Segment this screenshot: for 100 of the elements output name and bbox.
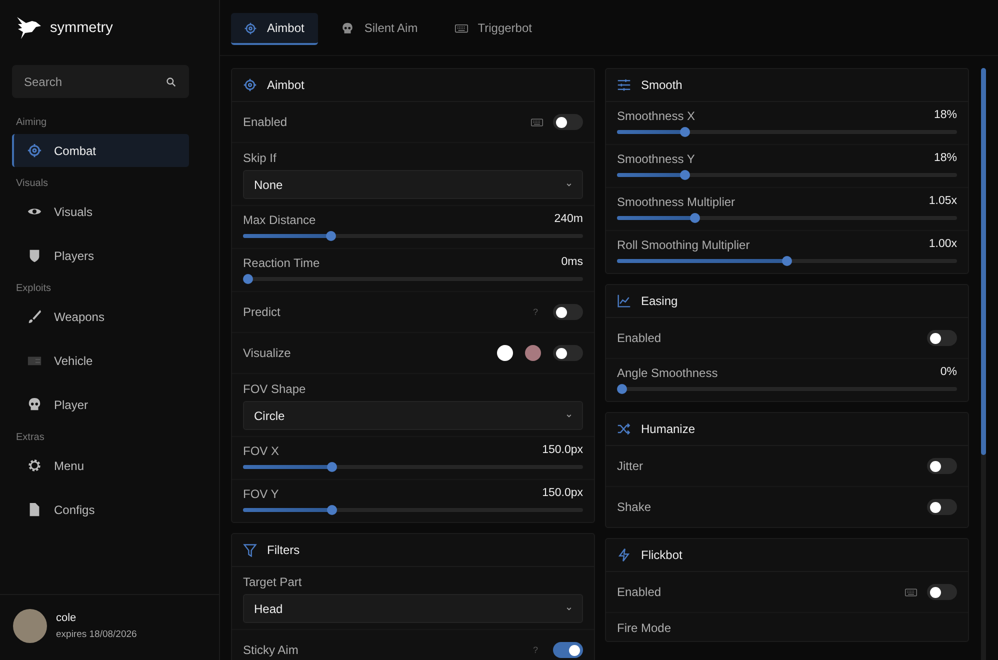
slider-thumb[interactable]	[680, 170, 690, 180]
sidebar-item[interactable]: Weapons	[12, 300, 189, 333]
sidebar-item[interactable]: Combat	[12, 134, 189, 167]
slider[interactable]	[243, 274, 583, 284]
crosshair-icon	[27, 143, 42, 158]
bird-logo-icon	[16, 15, 42, 41]
toggle-switch[interactable]	[553, 114, 583, 130]
shuffle-icon	[617, 422, 631, 436]
setting-label: Smoothness Multiplier	[617, 195, 736, 209]
setting-label: Skip If	[243, 151, 278, 165]
lightning-icon	[617, 548, 631, 562]
setting-label: Angle Smoothness	[617, 366, 718, 380]
toggle-switch[interactable]	[553, 642, 583, 658]
toggle-switch[interactable]	[927, 330, 957, 346]
slider[interactable]	[243, 505, 583, 515]
dropdown[interactable]: Circle	[243, 401, 583, 430]
tab[interactable]: Silent Aim	[328, 13, 432, 45]
expiry-text: expires 18/08/2026	[56, 629, 137, 640]
card-title: Easing	[641, 294, 678, 308]
user-name: cole	[56, 612, 78, 624]
toggle-switch[interactable]	[553, 345, 583, 361]
card-title: Smooth	[641, 78, 682, 92]
slider-thumb[interactable]	[243, 274, 253, 284]
setting-label: Target Part	[243, 575, 303, 589]
avatar-placeholder	[13, 609, 47, 643]
crosshair-icon	[243, 78, 257, 92]
brush-icon	[27, 309, 42, 324]
slider-thumb[interactable]	[326, 231, 336, 241]
card-title: Humanize	[641, 422, 696, 436]
chevron-down-icon	[566, 606, 572, 610]
toggle-switch[interactable]	[927, 584, 957, 600]
sidebar-item[interactable]: Vehicle	[12, 344, 189, 377]
chevron-down-icon	[566, 414, 572, 418]
setting-label: Shake	[617, 500, 652, 514]
setting-label: Jitter	[617, 459, 644, 473]
slider-thumb[interactable]	[327, 505, 338, 515]
sidebar-item[interactable]: Menu	[12, 449, 189, 482]
toggle-switch[interactable]	[927, 458, 957, 474]
tab[interactable]: Aimbot	[231, 13, 318, 45]
toggle-switch[interactable]	[927, 499, 957, 515]
section-label: Visuals	[15, 178, 50, 189]
value-reading: 240m	[554, 213, 583, 227]
skull-icon	[341, 22, 354, 34]
sidebar-item[interactable]: Player	[12, 388, 189, 421]
setting-label: FOV Y	[243, 487, 279, 501]
sidebar-item[interactable]: Configs	[12, 493, 189, 526]
filter-icon	[243, 543, 257, 557]
dropdown[interactable]: None	[243, 170, 583, 199]
slider[interactable]	[617, 170, 957, 180]
slider[interactable]	[617, 213, 957, 223]
slider[interactable]	[617, 127, 957, 137]
slider[interactable]	[617, 256, 957, 266]
setting-label: Reaction Time	[243, 256, 320, 270]
section-label: Aiming	[15, 117, 48, 128]
keyboard-icon	[454, 22, 468, 34]
slider[interactable]	[617, 384, 957, 394]
chart-icon	[617, 294, 631, 308]
setting-label: Smoothness Y	[617, 152, 695, 166]
value-reading: 0ms	[561, 256, 583, 270]
skull-icon	[27, 397, 42, 412]
search-icon	[166, 77, 176, 87]
chevron-down-icon	[566, 182, 572, 186]
value-reading: 18%	[934, 109, 957, 123]
slider[interactable]	[243, 231, 583, 241]
sidebar-item[interactable]: Visuals	[12, 195, 189, 228]
slider-thumb[interactable]	[690, 213, 700, 223]
value-reading: 150.0px	[542, 487, 583, 501]
setting-label: Enabled	[617, 331, 662, 345]
setting-label: Predict	[243, 305, 280, 319]
setting-label: Enabled	[617, 585, 662, 599]
setting-label: FOV Shape	[243, 382, 307, 396]
toggle-switch[interactable]	[553, 304, 583, 320]
setting-label: Max Distance	[243, 213, 316, 227]
setting-label: Visualize	[243, 346, 291, 360]
color-swatch[interactable]	[525, 345, 541, 361]
value-reading: 1.00x	[928, 238, 957, 252]
card-title: Aimbot	[267, 78, 304, 92]
setting-label: Sticky Aim	[243, 643, 298, 657]
section-label: Exploits	[15, 283, 52, 294]
value-reading: 1.05x	[928, 195, 957, 209]
scrollbar[interactable]	[981, 68, 986, 660]
sidebar-item[interactable]: Players	[12, 239, 189, 272]
slider-thumb[interactable]	[617, 384, 627, 394]
card-title: Flickbot	[641, 548, 682, 562]
color-swatch[interactable]	[497, 345, 513, 361]
slider-thumb[interactable]	[782, 256, 792, 266]
value-reading: 18%	[934, 152, 957, 166]
tab[interactable]: Triggerbot	[442, 13, 546, 45]
slider-thumb[interactable]	[327, 462, 338, 472]
sliders-icon	[617, 78, 631, 92]
value-reading: 0%	[940, 366, 957, 380]
section-label: Extras	[15, 432, 46, 443]
shield-icon	[27, 248, 42, 263]
setting-label: Enabled	[243, 115, 288, 129]
slider[interactable]	[243, 462, 583, 472]
brand-name: symmetry	[50, 20, 113, 36]
slider-thumb[interactable]	[680, 127, 690, 137]
search-field[interactable]: Search	[12, 65, 189, 98]
setting-label: Fire Mode	[617, 621, 672, 635]
dropdown[interactable]: Head	[243, 594, 583, 623]
